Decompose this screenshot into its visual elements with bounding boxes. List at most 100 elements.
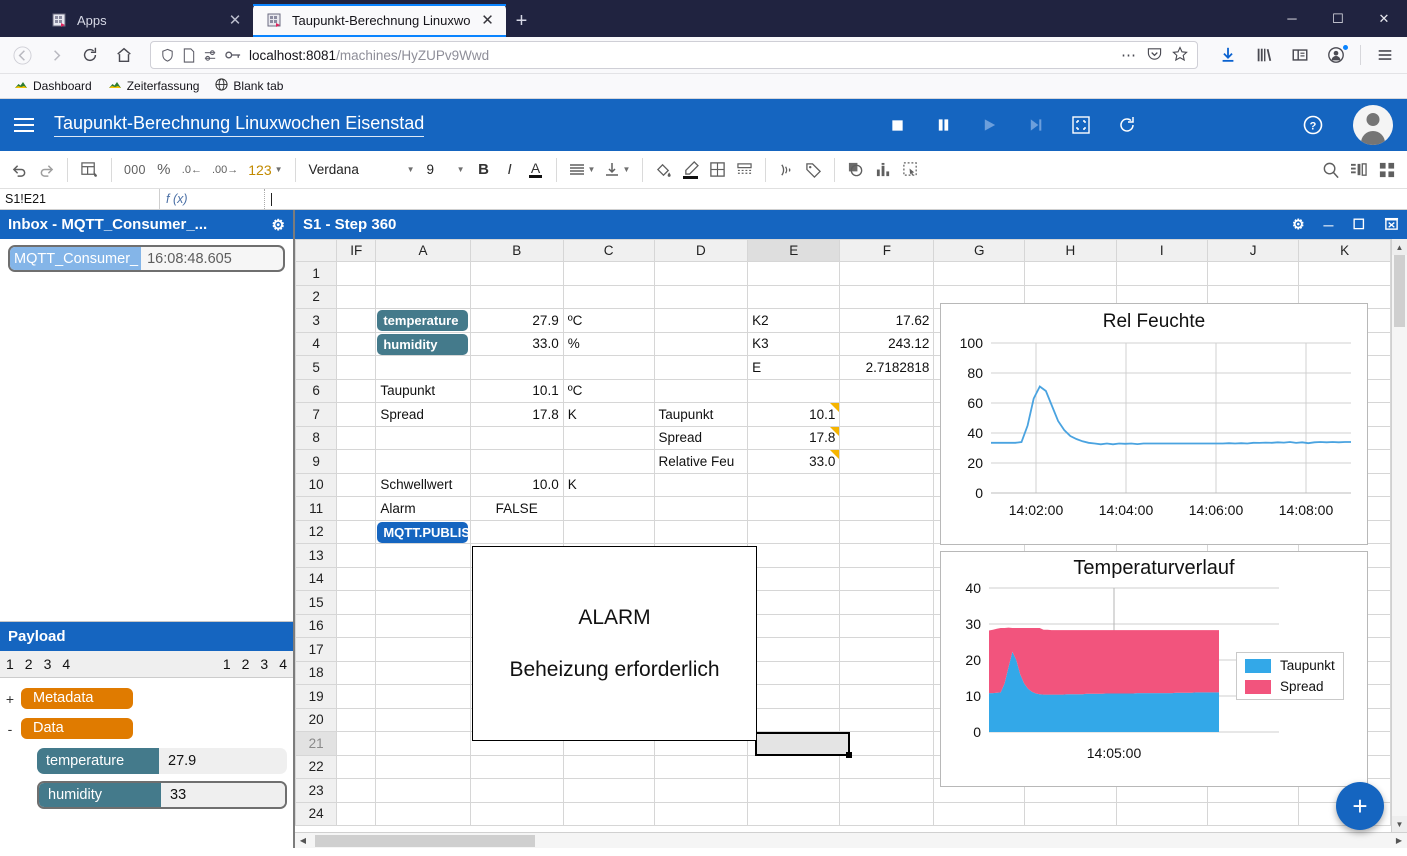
add-button[interactable]: +: [1336, 782, 1384, 830]
column-header-D[interactable]: D: [653, 239, 749, 262]
scroll-down-icon[interactable]: ▼: [1392, 816, 1407, 832]
cell-B10[interactable]: 10.0: [469, 472, 564, 497]
cell-F24[interactable]: [839, 801, 935, 826]
maximize-icon[interactable]: ☐: [1352, 216, 1365, 233]
cell-F11[interactable]: [839, 496, 935, 521]
row-header[interactable]: 12: [295, 519, 338, 544]
window-close-button[interactable]: ✕: [1361, 0, 1407, 37]
cell-E22[interactable]: [747, 754, 841, 779]
cell-A24[interactable]: [375, 801, 471, 826]
cell-A13[interactable]: [375, 543, 471, 568]
cell-A8[interactable]: [375, 425, 471, 450]
vertical-align-icon[interactable]: ▼: [600, 155, 635, 185]
cell-B24[interactable]: [469, 801, 564, 826]
cell-E23[interactable]: [747, 778, 841, 803]
cell-A23[interactable]: [375, 778, 471, 803]
row-header[interactable]: 20: [295, 707, 338, 732]
broadcast-icon[interactable]: [773, 155, 800, 185]
scroll-thumb[interactable]: [315, 834, 535, 847]
cell-B6[interactable]: 10.1: [469, 378, 564, 403]
cell-B7[interactable]: 17.8: [469, 402, 564, 427]
delete-icon[interactable]: [1384, 216, 1399, 234]
payload-node-metadata[interactable]: + Metadata: [4, 688, 289, 709]
shield-icon[interactable]: [160, 48, 175, 63]
close-icon[interactable]: ✕: [480, 13, 496, 29]
row-header[interactable]: 1: [295, 261, 338, 286]
column-header-C[interactable]: C: [562, 239, 655, 262]
cell-A12[interactable]: MQTT.PUBLISH: [375, 519, 471, 544]
collapse-toggle-icon[interactable]: -: [4, 721, 16, 737]
cell-A7[interactable]: Spread: [375, 402, 471, 427]
cell-I1[interactable]: [1115, 261, 1208, 286]
scroll-thumb[interactable]: [1394, 255, 1405, 327]
row-header[interactable]: 14: [295, 566, 338, 591]
paint-bucket-icon[interactable]: [650, 155, 677, 185]
cell-B8[interactable]: [469, 425, 564, 450]
cell-F14[interactable]: [839, 566, 935, 591]
cell-A21[interactable]: [375, 731, 471, 756]
row-header[interactable]: 15: [295, 590, 338, 615]
increase-decimals-button[interactable]: .00 →: [207, 155, 243, 185]
cell-E14[interactable]: [747, 566, 841, 591]
library-icon[interactable]: [1248, 40, 1280, 70]
cell-D24[interactable]: [653, 801, 749, 826]
cell-A10[interactable]: Schwellwert: [375, 472, 471, 497]
cell-D12[interactable]: [653, 519, 749, 544]
cell-IF19[interactable]: [336, 684, 377, 709]
cell-F9[interactable]: [839, 449, 935, 474]
row-header[interactable]: 7: [295, 402, 338, 427]
column-header-B[interactable]: B: [469, 239, 564, 262]
row-header[interactable]: 10: [295, 472, 338, 497]
payload-field-temperature[interactable]: temperature 27.9: [37, 748, 287, 774]
cell-C3[interactable]: ºC: [562, 308, 655, 333]
stop-button[interactable]: [885, 113, 909, 137]
cell-F3[interactable]: 17.62: [839, 308, 935, 333]
cell-IF9[interactable]: [336, 449, 377, 474]
apps-grid-icon[interactable]: [1373, 155, 1401, 185]
cell-IF8[interactable]: [336, 425, 377, 450]
cell-A14[interactable]: [375, 566, 471, 591]
minimize-icon[interactable]: ─: [1324, 217, 1334, 233]
cell-I24[interactable]: [1115, 801, 1208, 826]
tag-icon[interactable]: [800, 155, 827, 185]
reset-button[interactable]: [1115, 113, 1139, 137]
cell-IF18[interactable]: [336, 660, 377, 685]
bookmark-star-icon[interactable]: [1172, 45, 1188, 65]
italic-button[interactable]: I: [497, 155, 523, 185]
cell-J24[interactable]: [1206, 801, 1300, 826]
cell-E24[interactable]: [747, 801, 841, 826]
cell-C11[interactable]: [562, 496, 655, 521]
cell-E20[interactable]: [747, 707, 841, 732]
cell-F5[interactable]: 2.7182818: [839, 355, 935, 380]
row-header[interactable]: 2: [295, 284, 338, 309]
cell-E18[interactable]: [747, 660, 841, 685]
cell-IF22[interactable]: [336, 754, 377, 779]
cell-A15[interactable]: [375, 590, 471, 615]
cell-D3[interactable]: [653, 308, 749, 333]
pen-icon[interactable]: [677, 155, 704, 185]
cell-B11[interactable]: FALSE: [469, 496, 564, 521]
cell-E3[interactable]: K2: [747, 308, 841, 333]
scroll-up-icon[interactable]: ▲: [1392, 239, 1407, 255]
cell-IF4[interactable]: [336, 331, 377, 356]
cell-C24[interactable]: [562, 801, 655, 826]
cell-D4[interactable]: [653, 331, 749, 356]
help-button[interactable]: ?: [1301, 113, 1325, 137]
cell-F20[interactable]: [839, 707, 935, 732]
gear-icon[interactable]: ⚙: [1292, 216, 1305, 233]
panel-layout-icon[interactable]: [1345, 155, 1373, 185]
cell-reference-input[interactable]: S1!E21: [0, 189, 160, 209]
cell-A9[interactable]: [375, 449, 471, 474]
cell-E19[interactable]: [747, 684, 841, 709]
row-header[interactable]: 17: [295, 637, 338, 662]
magnifier-icon[interactable]: [1317, 155, 1345, 185]
cell-H24[interactable]: [1024, 801, 1117, 826]
window-maximize-button[interactable]: ☐: [1315, 0, 1361, 37]
cell-C23[interactable]: [562, 778, 655, 803]
payload-field-humidity[interactable]: humidity 33: [37, 781, 287, 809]
cell-E6[interactable]: [747, 378, 841, 403]
forward-icon[interactable]: [40, 40, 72, 70]
cell-D6[interactable]: [653, 378, 749, 403]
cell-H1[interactable]: [1024, 261, 1117, 286]
function-button[interactable]: f (x): [160, 189, 265, 209]
